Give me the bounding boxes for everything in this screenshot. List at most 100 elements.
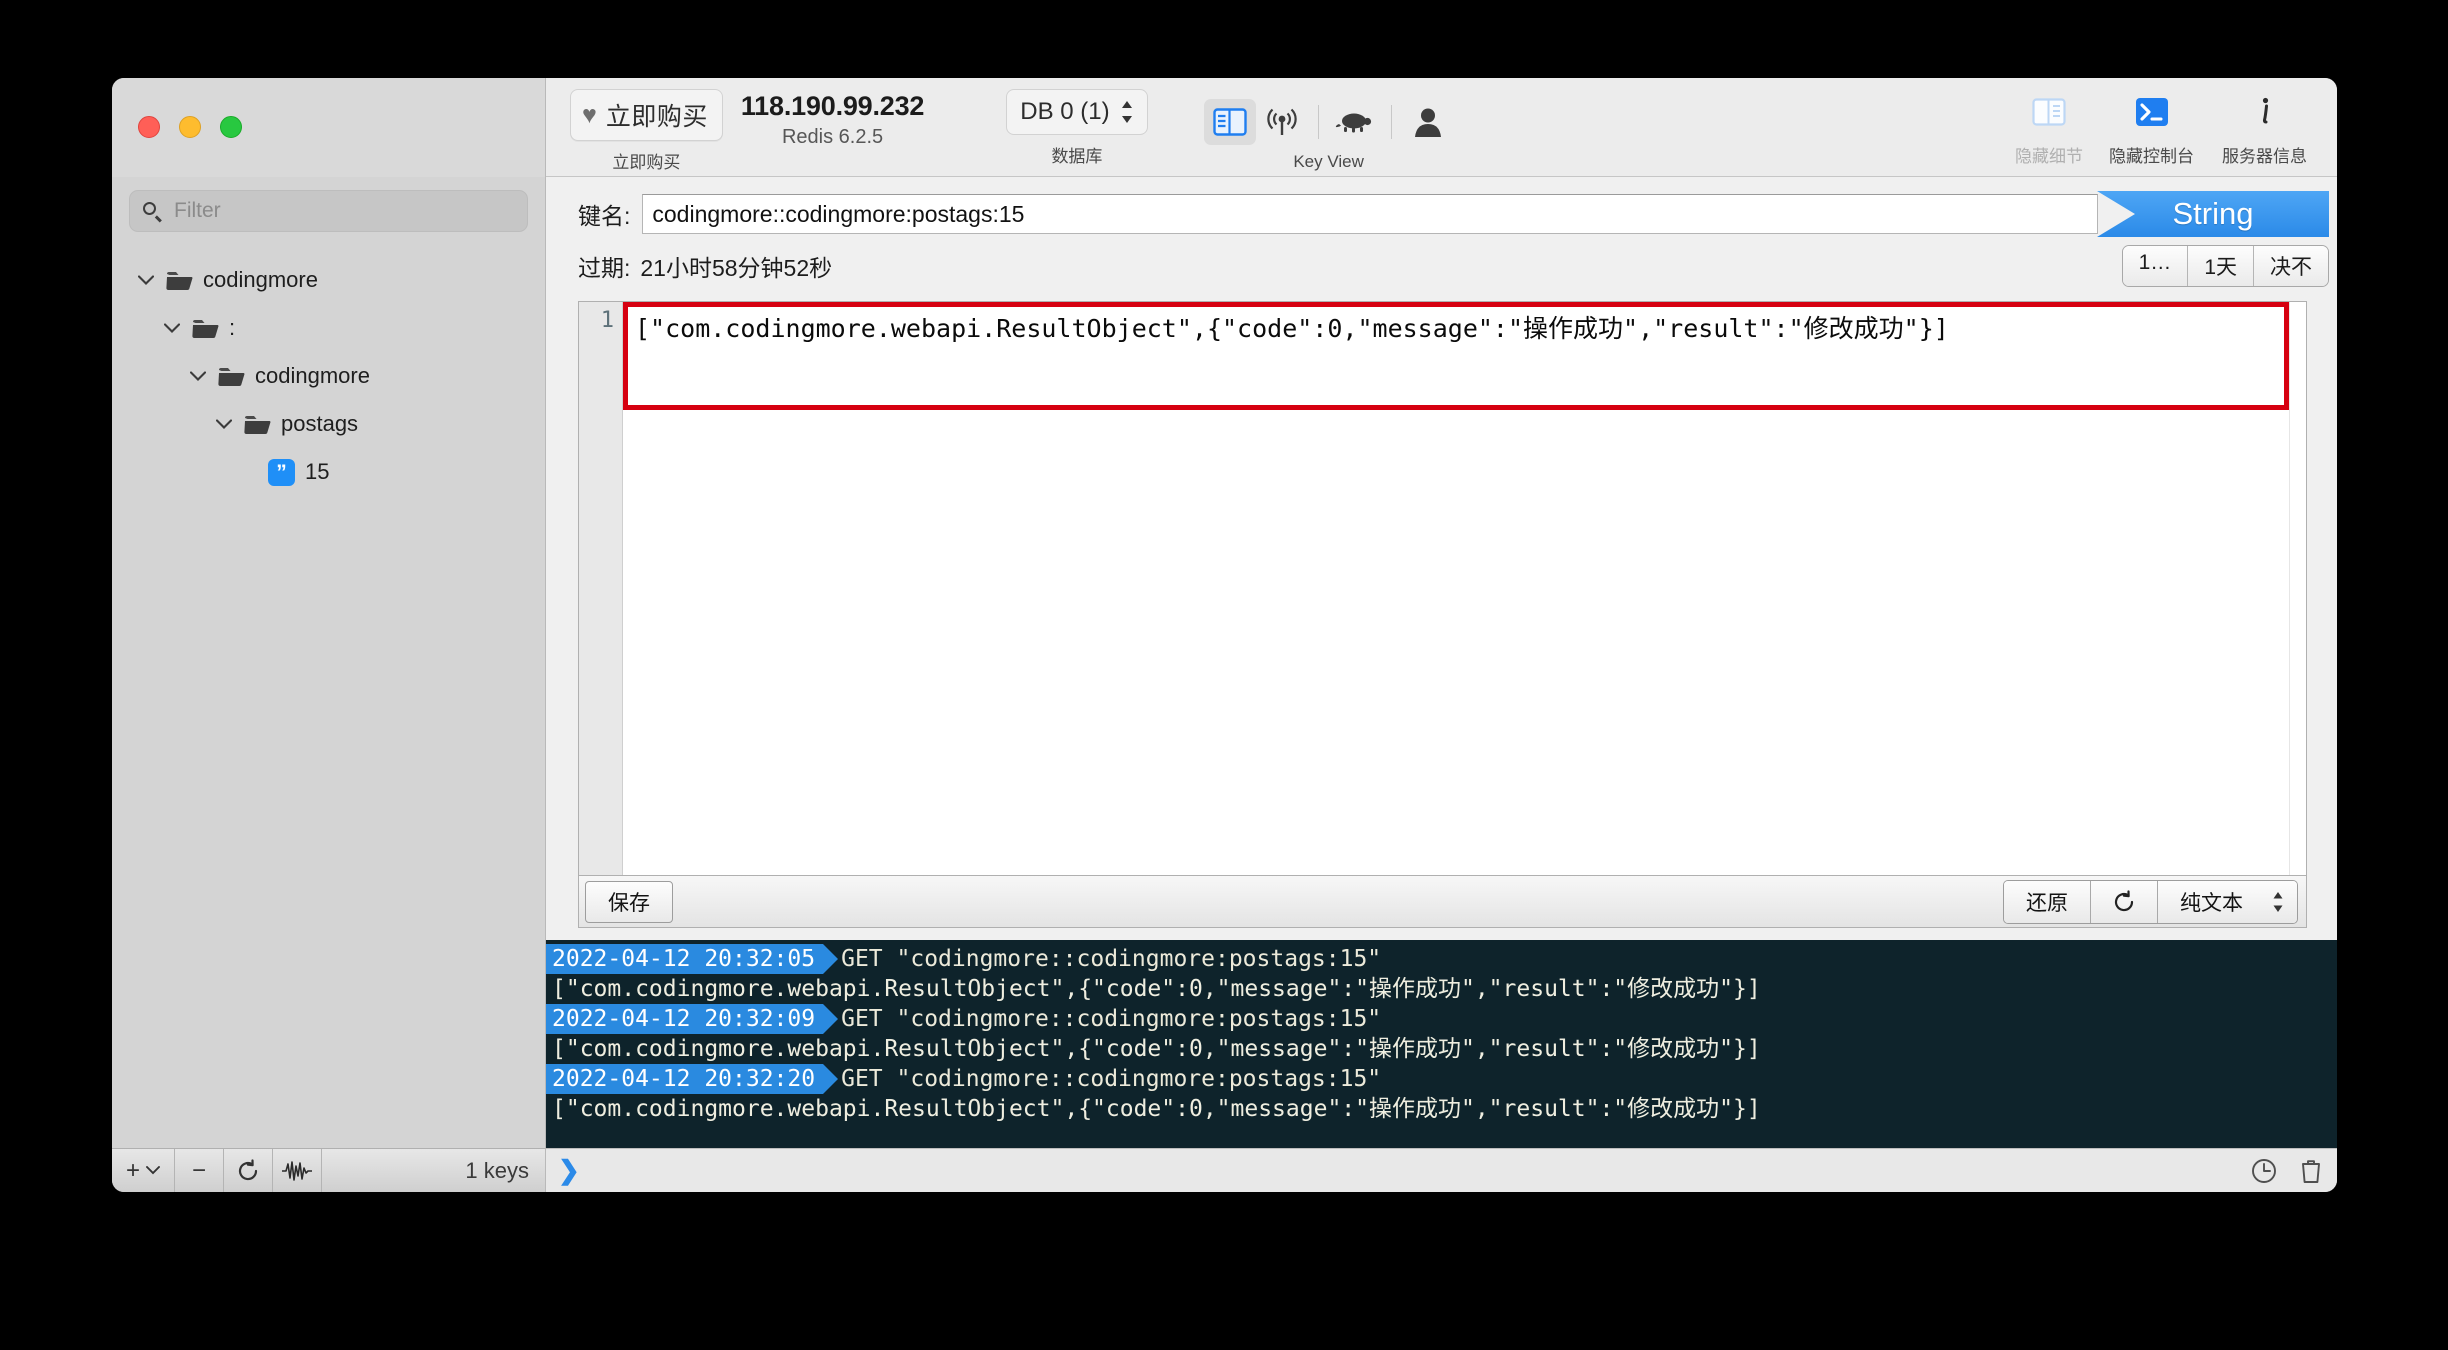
tree-item-label: 15 (305, 459, 330, 484)
database-selector[interactable]: DB 0 (1) (1006, 89, 1148, 135)
tree-item-key-15[interactable]: ” 15 (112, 448, 545, 496)
value-format-dropdown[interactable]: 纯文本 (2158, 880, 2297, 923)
console-timestamp: 2022-04-12 20:32:09 (546, 1004, 839, 1034)
tree-item-label: codingmore (203, 267, 318, 292)
filter-input[interactable] (172, 198, 515, 224)
detail-pane-icon (2032, 98, 2066, 126)
console-prompt-icon[interactable]: ❯ (558, 1155, 580, 1186)
waveform-icon (282, 1160, 312, 1181)
chevron-down-icon[interactable] (190, 371, 208, 381)
screen-root: ♥ 立即购买 立即购买 118.190.99.232 Redis 6.2.5 D… (0, 0, 2448, 1350)
tree-item-colon[interactable]: : (112, 304, 545, 352)
folder-icon (244, 414, 271, 435)
value-text[interactable]: ["com.codingmore.webapi.ResultObject",{"… (623, 302, 2289, 350)
console-timestamp: 2022-04-12 20:32:20 (546, 1064, 839, 1094)
monitor-button[interactable] (273, 1149, 322, 1192)
search-icon (142, 201, 162, 221)
refresh-keys-button[interactable] (224, 1149, 273, 1192)
console-command: GET "codingmore::codingmore:postags:15" (841, 946, 1382, 972)
expire-label: 过期: (578, 255, 631, 281)
tree-item-codingmore-nested[interactable]: codingmore (112, 352, 545, 400)
reload-value-button[interactable] (2091, 880, 2158, 923)
hide-console-button[interactable] (2126, 89, 2178, 135)
add-key-button[interactable]: + (112, 1149, 175, 1192)
console-command: GET "codingmore::codingmore:postags:15" (841, 1006, 1382, 1032)
key-detail-pane: 键名: String 过期: 21小时58分钟52秒 1… 1天 决不 (546, 177, 2337, 1148)
tree-item-codingmore-root[interactable]: codingmore (112, 256, 545, 304)
server-info-label: 服务器信息 (2222, 147, 2307, 166)
editor-action-bar: 保存 还原 纯文本 (578, 876, 2307, 928)
console-response: ["com.codingmore.webapi.ResultObject",{"… (552, 976, 1761, 1002)
terminal-icon (2135, 98, 2168, 126)
filter-box[interactable] (129, 190, 528, 232)
chevron-down-icon[interactable] (138, 275, 156, 285)
broadcast-icon (1266, 108, 1297, 135)
split-pane-icon (1212, 108, 1247, 136)
console-timestamp: 2022-04-12 20:32:05 (546, 944, 839, 974)
clear-console-button[interactable] (2299, 1158, 2323, 1184)
value-format-label: 纯文本 (2180, 891, 2243, 915)
pubsub-button[interactable] (1256, 99, 1308, 145)
value-code-area[interactable]: ["com.codingmore.webapi.ResultObject",{"… (623, 302, 2289, 875)
keys-count-label: 1 keys (465, 1157, 529, 1183)
window-top-region: ♥ 立即购买 立即购买 118.190.99.232 Redis 6.2.5 D… (112, 78, 2337, 177)
command-history-button[interactable] (2251, 1158, 2277, 1184)
stepper-arrows-icon (1120, 99, 1134, 125)
chevron-down-icon[interactable] (164, 323, 182, 333)
ttl-preset-oneday-button[interactable]: 1天 (2188, 246, 2254, 286)
maximize-window-button[interactable] (220, 116, 242, 138)
chevron-down-icon[interactable] (216, 419, 234, 429)
info-icon (2262, 97, 2268, 124)
console-response: ["com.codingmore.webapi.ResultObject",{"… (552, 1036, 1761, 1062)
chevron-updown-icon (1121, 101, 1132, 123)
ttl-preset-custom-button[interactable]: 1… (2122, 246, 2189, 286)
console-command: GET "codingmore::codingmore:postags:15" (841, 1066, 1382, 1092)
minimize-window-button[interactable] (179, 116, 201, 138)
plus-icon: + (125, 1156, 140, 1184)
ttl-preset-never-button[interactable]: 决不 (2254, 246, 2328, 286)
folder-icon (166, 270, 193, 291)
console-command-row: 2022-04-12 20:32:20 GET "codingmore::cod… (546, 1064, 2337, 1094)
ttl-preset-group: 1… 1天 决不 (2121, 245, 2329, 287)
console-input-bar: ❯ (546, 1148, 2337, 1192)
console-output[interactable]: 2022-04-12 20:32:05 GET "codingmore::cod… (546, 940, 2337, 1148)
hide-details-button[interactable] (2023, 89, 2075, 135)
remove-key-button[interactable]: − (175, 1149, 224, 1192)
key-name-row: 键名: String (546, 191, 2337, 237)
editor-vertical-scrollbar[interactable] (2289, 302, 2306, 875)
traffic-lights (138, 116, 242, 138)
server-info-button[interactable] (2239, 89, 2291, 135)
person-icon (1414, 108, 1441, 137)
close-window-button[interactable] (138, 116, 160, 138)
refresh-icon (2114, 889, 2134, 911)
buy-now-button[interactable]: ♥ 立即购买 (570, 89, 723, 141)
status-bar: + − 1 keys ❯ (112, 1148, 2337, 1192)
key-name-input[interactable] (642, 194, 2098, 234)
titlebar-left (112, 78, 546, 177)
expire-value: 21小时58分钟52秒 (640, 255, 833, 281)
filter-container (112, 177, 545, 240)
database-selector-value: DB 0 (1) (1020, 98, 1110, 125)
folder-icon (192, 318, 219, 339)
buy-now-button-label: 立即购买 (605, 103, 708, 131)
tree-item-postags[interactable]: postags (112, 400, 545, 448)
console-response: ["com.codingmore.webapi.ResultObject",{"… (552, 1096, 1761, 1122)
database-selector-group: DB 0 (1) 数据库 (1006, 78, 1148, 167)
buy-now-toolbar-group: ♥ 立即购买 立即购买 (570, 78, 723, 173)
heart-icon: ♥ (582, 100, 597, 129)
save-button[interactable]: 保存 (585, 880, 673, 923)
app-window: ♥ 立即购买 立即购买 118.190.99.232 Redis 6.2.5 D… (112, 78, 2337, 1192)
clock-icon (2252, 1158, 2276, 1183)
database-caption: 数据库 (1051, 147, 1103, 166)
console-command-row: 2022-04-12 20:32:05 GET "codingmore::cod… (546, 944, 2337, 974)
value-editor[interactable]: 1 ["com.codingmore.webapi.ResultObject",… (578, 301, 2307, 876)
clients-button[interactable] (1402, 99, 1454, 145)
hide-details-label: 隐藏细节 (2015, 147, 2083, 166)
key-view-toggle-button[interactable] (1203, 99, 1256, 145)
revert-button[interactable]: 还原 (2004, 880, 2091, 923)
slowlog-button[interactable] (1329, 99, 1381, 145)
buy-now-caption: 立即购买 (612, 153, 681, 172)
server-info-group-right: 服务器信息 (2222, 78, 2307, 167)
tree-item-label: : (229, 315, 236, 340)
refresh-icon (238, 1158, 258, 1180)
